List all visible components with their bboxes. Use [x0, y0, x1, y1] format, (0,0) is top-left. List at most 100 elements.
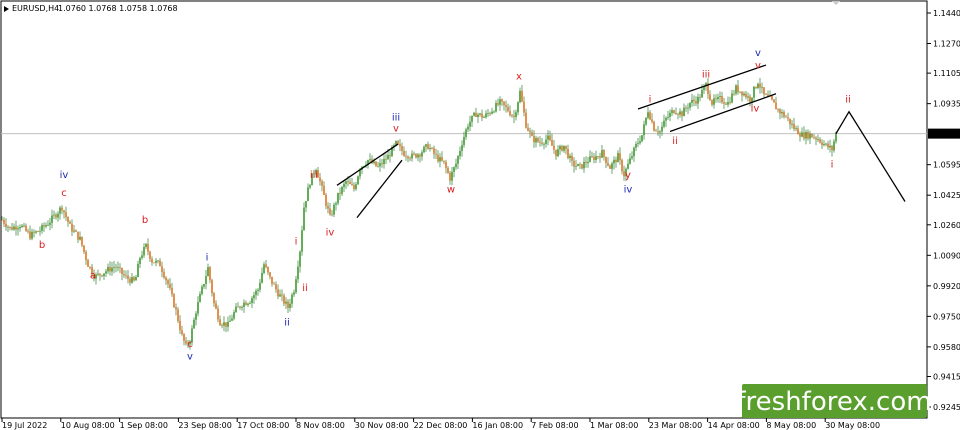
- candle-body: [375, 161, 377, 167]
- candle-body: [621, 160, 623, 172]
- candle-body: [737, 85, 739, 93]
- candle-body: [101, 275, 103, 277]
- candle-body: [471, 115, 473, 122]
- candle-body: [589, 156, 591, 162]
- candle-body: [373, 161, 375, 164]
- candle-body: [183, 334, 185, 341]
- candle-body: [599, 156, 601, 158]
- candle-body: [403, 150, 405, 156]
- candle-body: [727, 101, 729, 105]
- candle-body: [79, 236, 81, 240]
- candle-body: [739, 91, 741, 93]
- price-tick-label: 1.0595: [933, 161, 960, 170]
- candle-body: [777, 109, 779, 111]
- candle-body: [537, 138, 539, 142]
- wave-label: v: [187, 351, 193, 362]
- candle-body: [247, 303, 249, 305]
- candle-body: [301, 230, 303, 252]
- candle-body: [613, 159, 615, 164]
- candle-body: [475, 112, 477, 118]
- candle-body: [209, 267, 211, 281]
- candle-body: [199, 293, 201, 302]
- candle-body: [691, 99, 693, 103]
- candle-body: [175, 307, 177, 310]
- time-tick-label: 22 Dec 08:00: [414, 421, 468, 430]
- candle-body: [785, 116, 787, 118]
- candle-body: [327, 205, 329, 209]
- candle-body: [5, 223, 7, 228]
- wave-label: iv: [60, 170, 69, 181]
- candle-body: [379, 163, 381, 167]
- brand-text[interactable]: freshforex.com: [736, 387, 931, 417]
- candle-body: [657, 131, 659, 133]
- candle-body: [269, 272, 271, 277]
- candle-body: [543, 143, 545, 145]
- candle-body: [763, 87, 765, 95]
- candle-body: [335, 203, 337, 205]
- candle-body: [245, 302, 247, 305]
- wave-label: ii: [845, 95, 851, 106]
- candle-body: [7, 226, 9, 228]
- candle-body: [693, 99, 695, 102]
- candle-body: [731, 93, 733, 103]
- candle-body: [809, 133, 811, 139]
- candle-body: [437, 154, 439, 162]
- candle-body: [51, 215, 53, 223]
- candle-body: [123, 274, 125, 276]
- candle-body: [443, 160, 445, 162]
- candle-body: [323, 185, 325, 195]
- candle-body: [617, 153, 619, 163]
- candle-body: [331, 214, 333, 216]
- candle-body: [783, 112, 785, 117]
- candle-body: [755, 86, 757, 88]
- candle-body: [421, 152, 423, 157]
- time-tick-label: 19 Jul 2022: [2, 421, 47, 430]
- price-axis: 1.1440 1.1270 1.1105 1.0935 1.0768 1.0595 1.04…: [927, 9, 960, 412]
- candle-body: [181, 330, 183, 335]
- candle-body: [601, 150, 603, 158]
- candle-body: [73, 230, 75, 232]
- candle-body: [333, 204, 335, 215]
- candle-body: [563, 145, 565, 151]
- candle-body: [673, 110, 675, 113]
- candle-body: [517, 102, 519, 113]
- candle-body: [633, 147, 635, 157]
- price-tick-label: 0.9920: [933, 282, 960, 291]
- wave-label: y: [625, 170, 631, 181]
- candle-body: [487, 113, 489, 115]
- candle-body: [237, 306, 239, 308]
- candle-body: [39, 230, 41, 232]
- candle-body: [97, 273, 99, 275]
- candle-body: [223, 322, 225, 326]
- candle-body: [565, 145, 567, 149]
- candle-body: [653, 121, 655, 131]
- candle-body: [765, 94, 767, 95]
- candle-body: [733, 93, 735, 95]
- candle-body: [279, 294, 281, 297]
- candle-body: [143, 247, 145, 256]
- candle-body: [153, 262, 155, 264]
- candle-body: [579, 163, 581, 165]
- candle-body: [205, 276, 207, 285]
- candle-body: [341, 187, 343, 194]
- candle-body: [789, 118, 791, 125]
- candle-body: [523, 101, 525, 113]
- candle-body: [529, 130, 531, 133]
- candle-body: [441, 157, 443, 161]
- candle-body: [697, 97, 699, 104]
- candle-body: [115, 266, 117, 268]
- candle-body: [723, 102, 725, 104]
- candle-body: [439, 157, 441, 162]
- candle-body: [235, 306, 237, 313]
- candle-body: [711, 100, 713, 105]
- price-chart[interactable]: EURUSD,H4 1.0760 1.0768 1.0758 1.0768 iv…: [0, 0, 960, 430]
- candle-body: [21, 225, 23, 228]
- candle-body: [427, 144, 429, 149]
- candle-body: [779, 109, 781, 114]
- candle-body: [273, 283, 275, 285]
- candle-body: [509, 111, 511, 116]
- candle-body: [467, 126, 469, 130]
- candle-body: [511, 115, 513, 116]
- candle-body: [595, 156, 597, 161]
- candle-body: [605, 156, 607, 164]
